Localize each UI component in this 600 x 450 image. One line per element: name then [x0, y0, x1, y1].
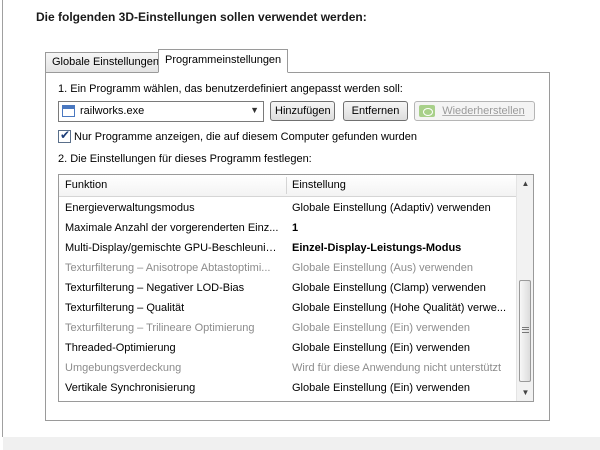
row-function: Texturfilterung – Negativer LOD-Bias [65, 282, 245, 294]
list-header: Funktion Einstellung [59, 175, 516, 197]
program-select[interactable]: railworks.exe ▼ [58, 101, 264, 122]
step1-label: 1. Ein Programm wählen, das benutzerdefi… [58, 83, 403, 95]
table-row[interactable]: Texturfilterung – Anisotrope Abtastoptim… [59, 258, 516, 278]
tab-program-settings[interactable]: Programmeinstellungen [158, 49, 289, 73]
row-setting[interactable]: 1 [292, 218, 514, 238]
row-setting[interactable]: Globale Einstellung (Ein) verwenden [292, 378, 514, 398]
restore-button-label: Wiederherstellen [442, 105, 525, 117]
table-row[interactable]: Texturfilterung – Trilineare Optimierung… [59, 318, 516, 338]
table-row[interactable]: Energieverwaltungsmodus Globale Einstell… [59, 198, 516, 218]
row-setting[interactable]: Globale Einstellung (Aus) verwenden [292, 258, 514, 278]
table-row[interactable]: Maximale Anzahl der vorgerenderten Einz.… [59, 218, 516, 238]
restore-button[interactable]: Wiederherstellen [414, 101, 535, 121]
row-function: Energieverwaltungsmodus [65, 202, 195, 214]
window-left-border [2, 0, 3, 437]
window-bottom-band [3, 437, 600, 450]
row-function: Umgebungsverdeckung [65, 362, 182, 374]
table-row[interactable]: Vertikale Synchronisierung Globale Einst… [59, 378, 516, 398]
column-divider[interactable] [286, 177, 287, 194]
grip-icon [522, 327, 529, 333]
show-found-programs-checkbox[interactable]: ✔ [58, 128, 71, 143]
table-row[interactable]: Multi-Display/gemischte GPU-Beschleunigu… [59, 238, 516, 258]
column-header-function[interactable]: Funktion [65, 179, 107, 191]
row-setting[interactable]: Einzel-Display-Leistungs-Modus [292, 238, 514, 258]
application-window-icon [62, 105, 75, 117]
row-setting[interactable]: Globale Einstellung (Clamp) verwenden [292, 278, 514, 298]
scroll-down-arrow-icon[interactable]: ▼ [517, 384, 533, 401]
remove-button[interactable]: Entfernen [343, 101, 408, 121]
table-row[interactable]: Threaded-Optimierung Globale Einstellung… [59, 338, 516, 358]
row-function: Vertikale Synchronisierung [65, 382, 196, 394]
table-row[interactable]: Umgebungsverdeckung Wird für diese Anwen… [59, 358, 516, 378]
table-row[interactable]: Texturfilterung – Negativer LOD-Bias Glo… [59, 278, 516, 298]
row-function: Multi-Display/gemischte GPU-Beschleunigu… [65, 242, 280, 254]
show-found-programs-label[interactable]: Nur Programme anzeigen, die auf diesem C… [74, 131, 417, 143]
table-row[interactable]: Texturfilterung – Qualität Globale Einst… [59, 298, 516, 318]
page-title: Die folgenden 3D-Einstellungen sollen ve… [36, 10, 367, 24]
nvidia-icon [419, 105, 435, 117]
row-setting[interactable]: Wird für diese Anwendung nicht unterstüt… [292, 358, 514, 378]
vertical-scrollbar[interactable]: ▲ ▼ [516, 175, 533, 401]
row-function: Texturfilterung – Trilineare Optimierung [65, 322, 255, 334]
program-select-value: railworks.exe [80, 105, 145, 117]
scroll-up-arrow-icon[interactable]: ▲ [517, 175, 533, 192]
scrollbar-thumb[interactable] [519, 280, 531, 382]
tab-global-settings[interactable]: Globale Einstellungen [45, 52, 167, 72]
row-function: Maximale Anzahl der vorgerenderten Einz.… [65, 222, 279, 234]
row-function: Texturfilterung – Anisotrope Abtastoptim… [65, 262, 271, 274]
row-function: Threaded-Optimierung [65, 342, 176, 354]
step2-label: 2. Die Einstellungen für dieses Programm… [58, 153, 312, 165]
row-setting[interactable]: Globale Einstellung (Ein) verwenden [292, 338, 514, 358]
row-setting[interactable]: Globale Einstellung (Hohe Qualität) verw… [292, 298, 514, 318]
chevron-down-icon[interactable]: ▼ [250, 105, 259, 115]
row-setting[interactable]: Globale Einstellung (Ein) verwenden [292, 318, 514, 338]
column-header-setting[interactable]: Einstellung [292, 179, 346, 191]
row-setting[interactable]: Globale Einstellung (Adaptiv) verwenden [292, 198, 514, 218]
row-function: Texturfilterung – Qualität [65, 302, 185, 314]
settings-list: Funktion Einstellung Energieverwaltungsm… [58, 174, 534, 402]
add-button[interactable]: Hinzufügen [270, 101, 335, 121]
checkmark-icon: ✔ [60, 128, 71, 142]
